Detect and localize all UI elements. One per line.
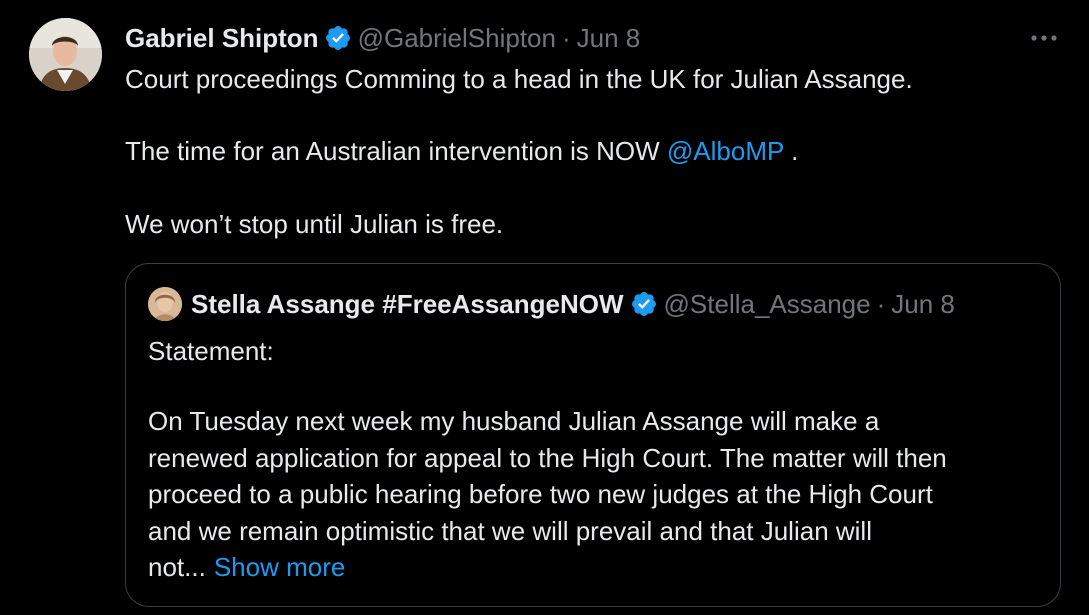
tweet-date[interactable]: Jun 8: [577, 23, 641, 54]
show-more-link[interactable]: Show more: [214, 552, 346, 582]
author-name[interactable]: Gabriel Shipton: [125, 23, 319, 54]
quoted-tweet-body: On Tuesday next week my husband Julian A…: [148, 403, 947, 586]
tweet-header: Gabriel Shipton @GabrielShipton · Jun 8: [125, 22, 640, 54]
quoted-text-line: renewed application for appeal to the Hi…: [148, 442, 947, 473]
quoted-tweet-card[interactable]: Stella Assange #FreeAssangeNOW @Stella_A…: [125, 263, 1061, 607]
quoted-text-line: not... Show more: [148, 549, 947, 586]
quoted-tweet-date[interactable]: Jun 8: [891, 289, 955, 320]
quoted-tweet-header: Stella Assange #FreeAssangeNOW @Stella_A…: [148, 287, 955, 321]
quoted-author-handle[interactable]: @Stella_Assange: [664, 289, 871, 320]
tweet-text-line: Court proceedings Comming to a head in t…: [125, 64, 913, 94]
author-avatar[interactable]: [29, 18, 102, 91]
verified-badge-icon[interactable]: [324, 24, 352, 52]
more-horizontal-icon[interactable]: [1026, 22, 1062, 54]
verified-badge-icon[interactable]: [630, 290, 658, 318]
mention-link[interactable]: @AlboMP: [667, 136, 784, 166]
separator-dot: ·: [876, 288, 886, 319]
tweet[interactable]: Gabriel Shipton @GabrielShipton · Jun 8 …: [0, 0, 1089, 615]
quoted-text-line: and we remain optimistic that we will pr…: [148, 515, 872, 546]
quoted-author-avatar[interactable]: [148, 287, 182, 321]
quoted-author-name[interactable]: Stella Assange #FreeAssangeNOW: [191, 289, 624, 320]
quoted-text-segment: not...: [148, 552, 206, 582]
quoted-text-line: proceed to a public hearing before two n…: [148, 479, 933, 509]
tweet-text-segment: .: [783, 136, 799, 166]
tweet-text-line: The time for an Australian intervention …: [125, 135, 1055, 167]
separator-dot: ·: [561, 22, 571, 53]
quoted-tweet-heading: Statement:: [148, 336, 274, 366]
tweet-text-line: We won’t stop until Julian is free.: [125, 209, 504, 239]
quoted-text-line: On Tuesday next week my husband Julian A…: [148, 406, 880, 436]
tweet-text-segment: The time for an Australian intervention …: [125, 136, 660, 166]
author-handle[interactable]: @GabrielShipton: [358, 23, 556, 54]
